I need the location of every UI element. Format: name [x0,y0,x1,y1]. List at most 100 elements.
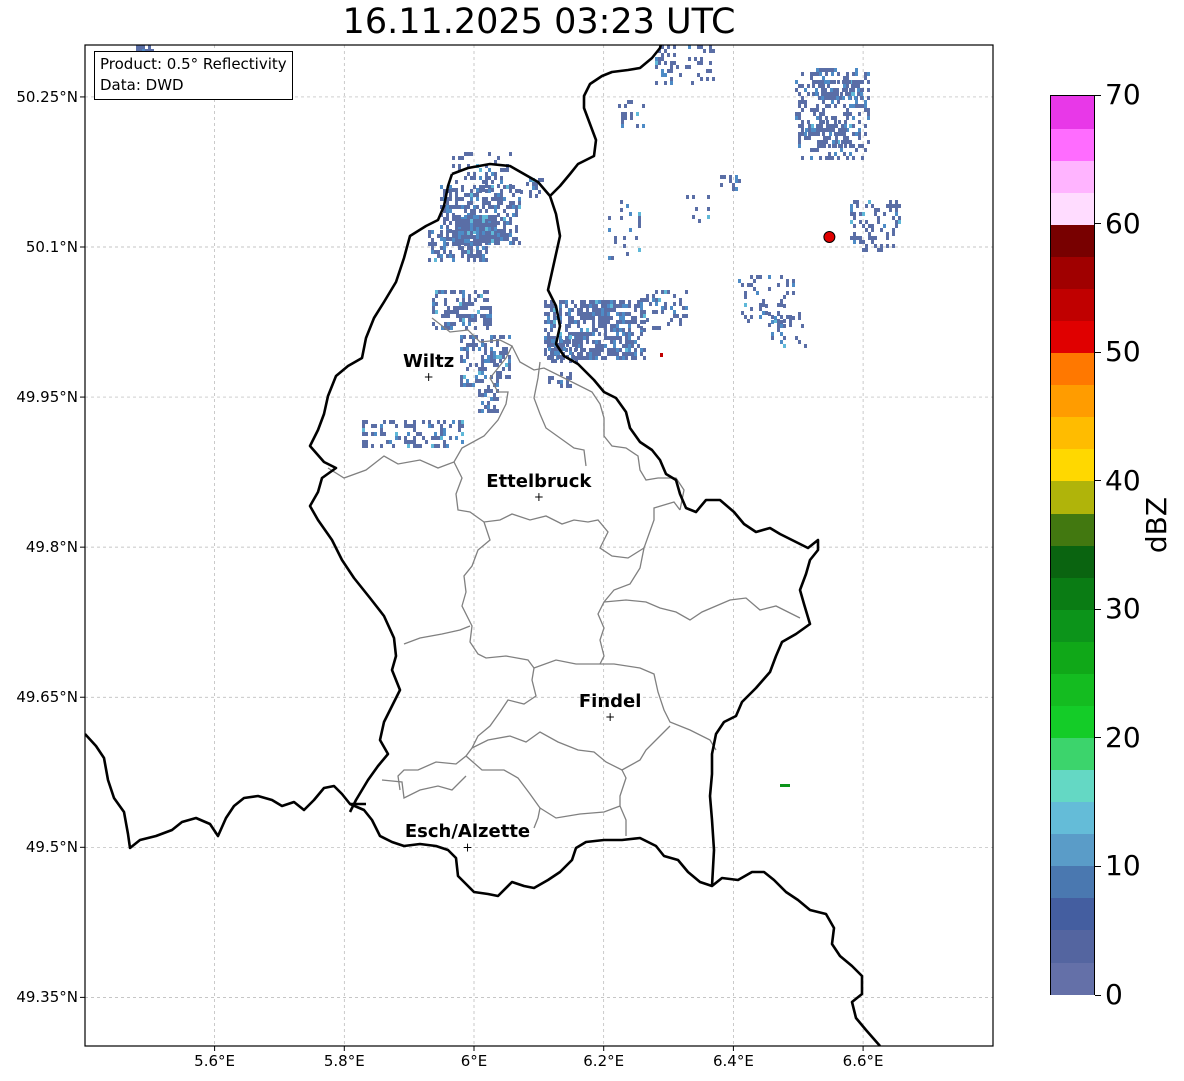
echo-pixel [476,235,479,239]
echo-pixel [458,205,461,209]
echo-pixel [621,120,624,124]
echo-pixel [634,348,637,352]
echo-pixel [580,344,583,348]
echo-pixel [813,148,816,152]
echo-pixel [496,383,499,387]
echo-pixel [660,353,663,357]
echo-pixel [765,304,768,308]
echo-pixel [506,185,509,189]
echo-pixel [459,318,462,322]
echo-pixel [821,80,824,84]
echo-pixel [622,316,625,320]
echo-pixel [595,300,598,304]
echo-pixel [854,96,857,100]
echo-pixel [798,92,801,96]
echo-pixel [452,164,455,168]
lon-tick-label: 6.2°E [583,1052,625,1070]
echo-pixel [447,322,450,326]
echo-pixel [707,207,710,211]
echo-pixel [497,184,500,188]
echo-pixel [685,65,688,69]
echo-pixel [434,432,437,436]
echo-pixel [607,352,610,356]
echo-pixel [416,432,419,436]
echo-pixel [664,61,667,65]
echo-pixel [804,132,807,136]
echo-pixel [568,312,571,316]
echo-pixel [874,208,877,212]
echo-pixel [652,294,655,298]
echo-pixel [464,209,467,213]
echo-pixel [589,348,592,352]
echo-pixel [447,314,450,318]
echo-pixel [461,250,464,254]
echo-pixel [840,148,843,152]
echo-pixel [425,440,428,444]
echo-pixel [580,348,583,352]
echo-pixel [709,61,712,65]
echo-pixel [413,440,416,444]
echo-pixel [509,201,512,205]
echo-pixel [655,302,658,306]
echo-pixel [499,335,502,339]
echo-pixel [450,310,453,314]
echo-pixel [747,283,750,287]
echo-pixel [389,440,392,444]
echo-pixel [583,336,586,340]
city-marker: + [424,370,434,384]
echo-pixel [583,320,586,324]
echo-pixel [889,204,892,208]
echo-pixel [460,375,463,379]
echo-pixel [404,440,407,444]
echo-pixel [464,193,467,197]
echo-pixel [470,209,473,213]
echo-pixel [467,223,470,227]
echo-pixel [608,256,611,260]
echo-pixel [560,343,563,347]
echo-pixel [474,314,477,318]
colorbar-segment [1051,545,1094,578]
echo-pixel [580,308,583,312]
echo-pixel [861,156,864,160]
echo-pixel [670,318,673,322]
echo-pixel [467,235,470,239]
echo-pixel [483,306,486,310]
echo-pixel [643,314,646,318]
echo-pixel [857,84,860,88]
echo-pixel [837,100,840,104]
echo-pixel [444,322,447,326]
echo-pixel [604,312,607,316]
echo-pixel [622,320,625,324]
echo-pixel [449,436,452,440]
echo-pixel [798,132,801,136]
echo-pixel [744,303,747,307]
echo-pixel [544,328,547,332]
echo-pixel [592,304,595,308]
echo-pixel [574,304,577,308]
echo-pixel [822,100,825,104]
echo-pixel [486,298,489,302]
echo-pixel [413,420,416,424]
echo-pixel [852,88,855,92]
echo-pixel [830,92,833,96]
echo-pixel [822,76,825,80]
echo-pixel [780,320,783,324]
lat-tick-label: 50.25°N [16,87,78,106]
echo-pixel [383,420,386,424]
echo-pixel [853,200,856,204]
echo-pixel [679,322,682,326]
echo-pixel [619,340,622,344]
city-marker: + [605,710,615,724]
echo-pixel [515,205,518,209]
echo-pixel [795,88,798,92]
echo-pixel [838,144,841,148]
echo-pixel [798,104,801,108]
echo-pixel [624,112,627,116]
echo-pixel [831,100,834,104]
echo-pixel [432,302,435,306]
echo-pixel [865,244,868,248]
echo-pixel [688,57,691,61]
echo-pixel [485,239,488,243]
colorbar-tick [1095,351,1101,353]
echo-pixel [735,175,738,179]
